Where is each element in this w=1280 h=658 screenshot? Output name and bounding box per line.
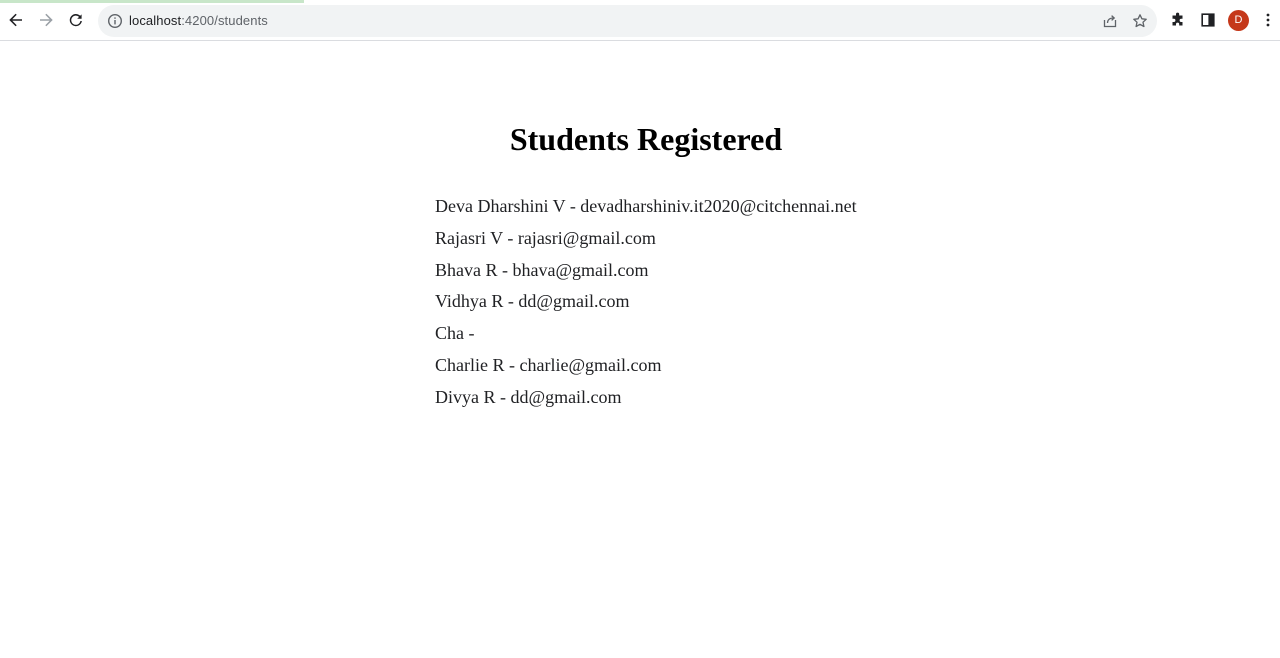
student-entry: Cha - [435, 323, 475, 344]
student-entry: Charlie R - charlie@gmail.com [435, 354, 662, 375]
reload-button[interactable] [64, 8, 88, 32]
puzzle-icon [1172, 12, 1183, 26]
browser-toolbar: localhost:4200/students D [0, 0, 1280, 41]
extensions-button[interactable] [1166, 8, 1190, 32]
side-panel-button[interactable] [1196, 8, 1220, 32]
student-list: Deva Dharshini V - devadharshiniv.it2020… [435, 194, 857, 417]
page-load-indicator [0, 0, 304, 3]
url-path: :4200/students [181, 13, 268, 28]
forward-button[interactable] [34, 8, 58, 32]
bookmark-button[interactable] [1128, 9, 1152, 33]
browser-menu-button[interactable] [1256, 8, 1280, 32]
student-entry: Divya R - dd@gmail.com [435, 386, 622, 407]
student-entry: Bhava R - bhava@gmail.com [435, 259, 649, 280]
back-arrow-icon [9, 13, 22, 27]
back-button[interactable] [4, 8, 28, 32]
page-title: Students Registered [509, 121, 783, 157]
site-info-icon[interactable] [107, 13, 123, 29]
side-panel-icon [1201, 13, 1215, 27]
share-button[interactable] [1098, 9, 1122, 33]
profile-avatar[interactable]: D [1228, 10, 1249, 31]
address-bar[interactable]: localhost:4200/students [98, 5, 1157, 37]
url-text[interactable]: localhost:4200/students [129, 5, 268, 37]
url-host: localhost [129, 13, 182, 28]
forward-arrow-icon [40, 13, 53, 27]
student-entry: Rajasri V - rajasri@gmail.com [435, 227, 656, 248]
more-vertical-icon [1266, 13, 1270, 27]
reload-icon [69, 13, 82, 27]
share-icon [1103, 15, 1117, 28]
student-entry: Deva Dharshini V - devadharshiniv.it2020… [435, 196, 857, 216]
star-icon [1133, 14, 1147, 28]
student-entry: Vidhya R - dd@gmail.com [435, 291, 630, 312]
